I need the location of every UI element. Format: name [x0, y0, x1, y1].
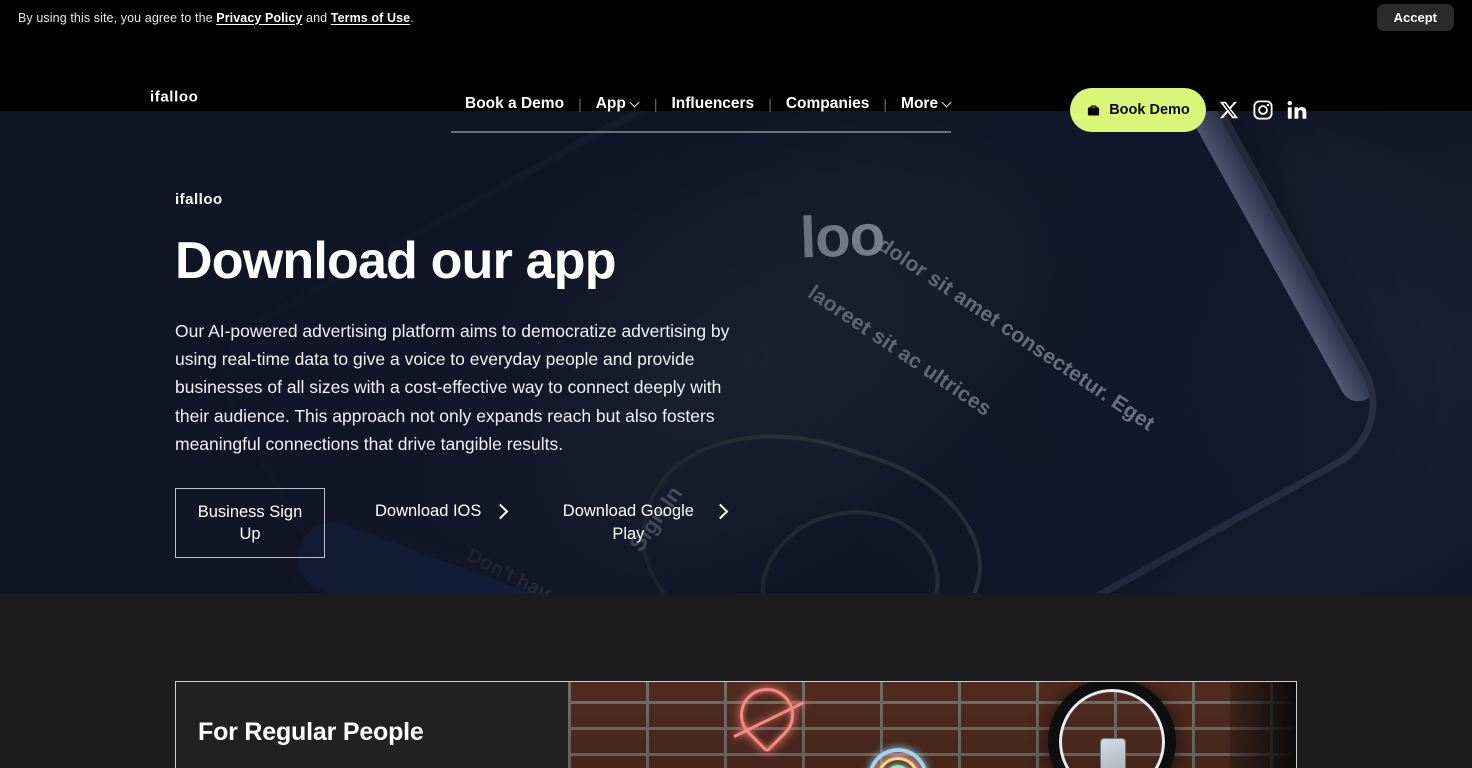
- cookie-consent-bar: By using this site, you agree to the Pri…: [0, 0, 1472, 35]
- consent-text-before: By using this site, you agree to the: [18, 10, 217, 25]
- briefcase-icon: [1088, 105, 1100, 115]
- nav-item-companies[interactable]: Companies: [772, 90, 884, 118]
- brand-logo[interactable]: ifalloo: [150, 89, 198, 106]
- hero-cta-group: Business Sign Up Download IOS Download G…: [175, 488, 775, 559]
- nav-item-more[interactable]: More: [887, 90, 966, 118]
- download-ios-link[interactable]: Download IOS: [375, 488, 505, 558]
- consent-text: By using this site, you agree to the Pri…: [18, 11, 414, 25]
- nav-label-book-a-demo: Book a Demo: [465, 95, 565, 112]
- download-google-play-link[interactable]: Download Google Play: [555, 488, 725, 558]
- brick-wall-shading: [568, 682, 1296, 768]
- image-edge-vignette: [1230, 682, 1296, 768]
- chevron-down-icon: [943, 98, 952, 107]
- hero-section: loo dolor sit amet consectetur. Eget lao…: [0, 111, 1472, 593]
- nav-label-companies: Companies: [785, 95, 870, 112]
- hero-description: Our AI-powered advertising platform aims…: [175, 320, 730, 454]
- accept-cookies-button[interactable]: Accept: [1376, 4, 1454, 31]
- consent-text-after: .: [410, 10, 414, 25]
- linkedin-icon[interactable]: [1286, 99, 1308, 121]
- nav-item-app[interactable]: App: [582, 90, 654, 118]
- nav-label-more: More: [901, 95, 939, 112]
- social-links: [1218, 88, 1308, 132]
- feature-card-title: For Regular People: [198, 718, 424, 746]
- main-navigation: Book a Demo | App | Influencers | Compan…: [451, 90, 966, 118]
- chevron-right-icon: [715, 506, 725, 516]
- chevron-down-icon: [631, 98, 640, 107]
- business-sign-up-button[interactable]: Business Sign Up: [175, 488, 325, 559]
- instagram-icon[interactable]: [1252, 99, 1274, 121]
- privacy-policy-link[interactable]: Privacy Policy: [216, 11, 302, 25]
- consent-text-middle: and: [302, 10, 331, 25]
- download-google-play-label: Download Google Play: [562, 502, 694, 543]
- book-demo-label: Book Demo: [1109, 102, 1190, 118]
- nav-underline-divider: [451, 131, 951, 133]
- hero-content: ifalloo Download our app Our AI-powered …: [175, 191, 775, 559]
- page-title: Download our app: [175, 232, 617, 290]
- nav-item-book-a-demo[interactable]: Book a Demo: [451, 90, 578, 118]
- hero-eyebrow: ifalloo: [175, 191, 223, 208]
- x-icon[interactable]: [1218, 99, 1240, 121]
- feature-card-image: [568, 682, 1296, 768]
- feature-card-regular-people: For Regular People: [175, 681, 1297, 768]
- nav-label-influencers: Influencers: [671, 95, 755, 112]
- download-ios-label: Download IOS: [375, 502, 482, 521]
- chevron-right-icon: [495, 506, 505, 516]
- feature-card-text-panel: For Regular People: [176, 682, 568, 768]
- site-header: ifalloo Book a Demo | App | Influencers …: [0, 35, 1472, 133]
- mounted-phone-graphic: [1100, 738, 1126, 768]
- book-demo-button[interactable]: Book Demo: [1070, 88, 1206, 132]
- terms-of-use-link[interactable]: Terms of Use: [331, 11, 410, 25]
- nav-item-influencers[interactable]: Influencers: [657, 90, 768, 118]
- page-root: By using this site, you agree to the Pri…: [0, 0, 1472, 768]
- nav-label-app: App: [595, 95, 626, 112]
